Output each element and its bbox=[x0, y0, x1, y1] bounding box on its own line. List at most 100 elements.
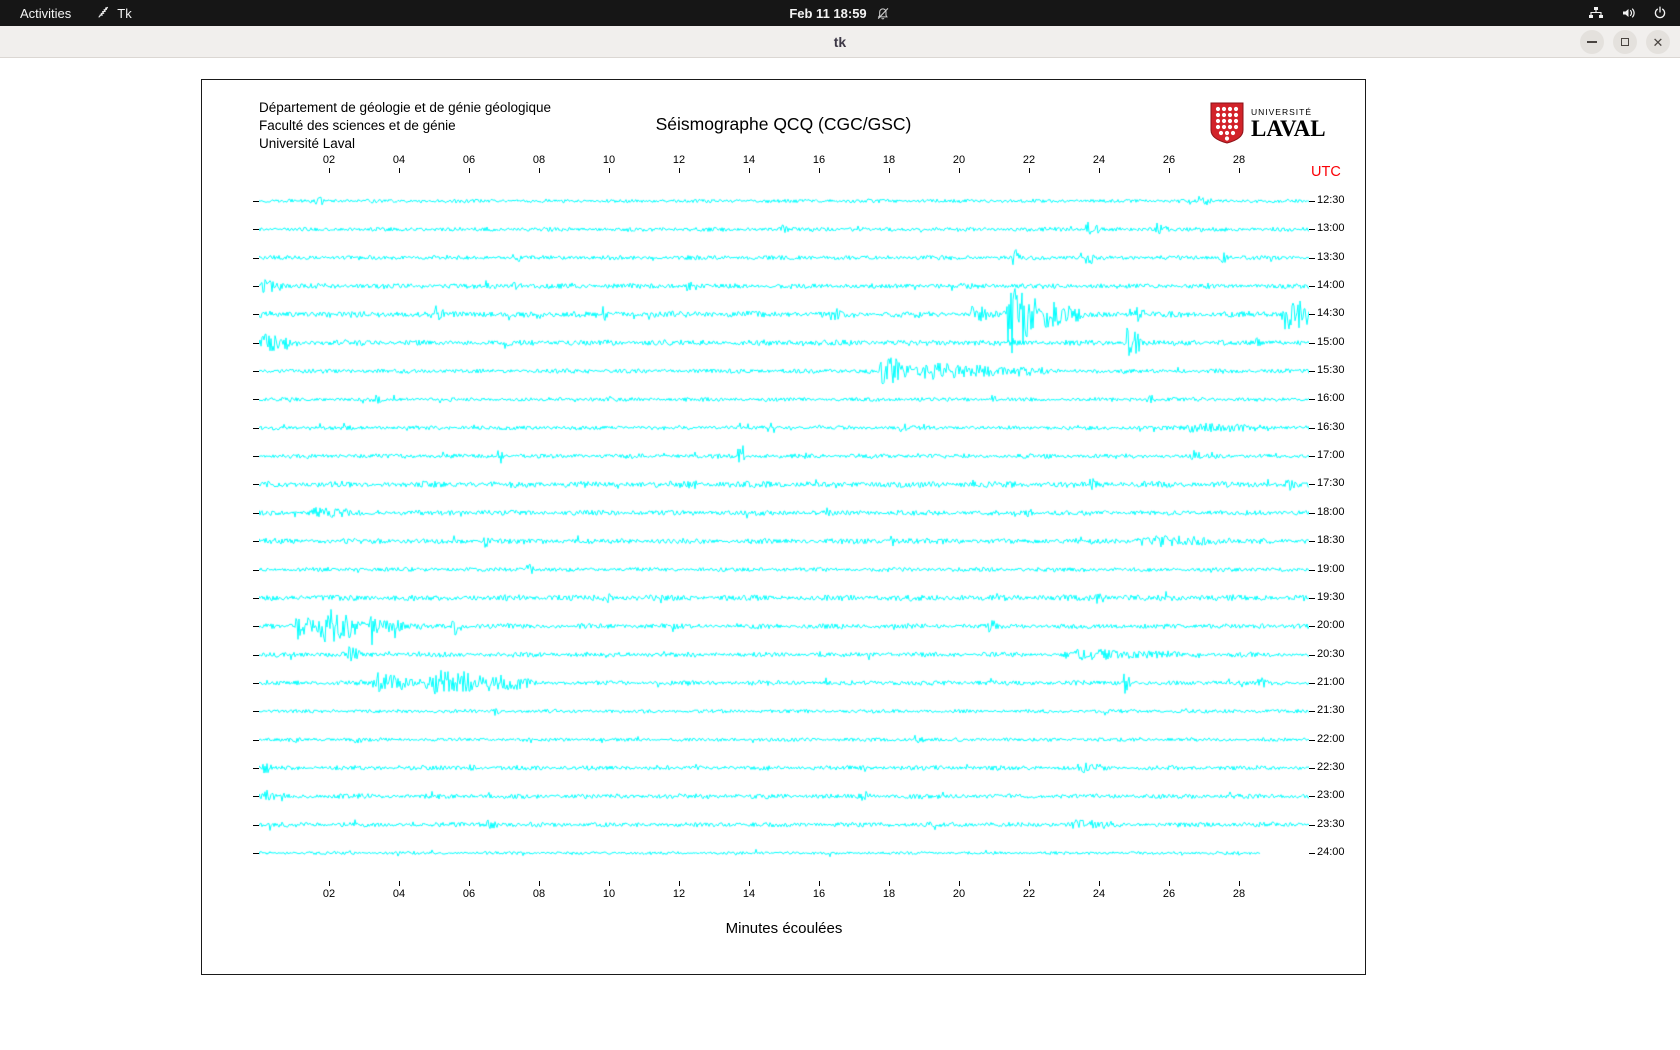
seismograph-frame: Département de géologie et de génie géol… bbox=[201, 79, 1366, 975]
clock-menu[interactable]: Feb 11 18:59 bbox=[789, 5, 890, 21]
x-tick-top bbox=[889, 168, 890, 173]
trace-tick-right bbox=[1309, 201, 1315, 202]
trace-tick-left bbox=[253, 570, 259, 571]
trace-tick-right bbox=[1309, 541, 1315, 542]
logo-text-big: LAVAL bbox=[1251, 117, 1326, 140]
trace-tick-left bbox=[253, 626, 259, 627]
trace-time-label: 17:30 bbox=[1317, 477, 1345, 489]
trace-tick-left bbox=[253, 428, 259, 429]
trace-tick-right bbox=[1309, 626, 1315, 627]
trace-tick-right bbox=[1309, 570, 1315, 571]
x-tick-label-bottom: 06 bbox=[463, 888, 475, 900]
laval-shield-icon bbox=[1210, 102, 1244, 144]
trace-time-label: 13:00 bbox=[1317, 222, 1345, 234]
x-tick-label-top: 28 bbox=[1233, 154, 1245, 166]
trace-tick-left bbox=[253, 768, 259, 769]
trace-tick-left bbox=[253, 286, 259, 287]
x-tick-label-bottom: 22 bbox=[1023, 888, 1035, 900]
x-tick-bottom bbox=[679, 881, 680, 886]
x-tick-label-bottom: 26 bbox=[1163, 888, 1175, 900]
trace-tick-right bbox=[1309, 456, 1315, 457]
window-titlebar[interactable]: tk ✕ bbox=[0, 26, 1680, 58]
trace-time-label: 15:00 bbox=[1317, 336, 1345, 348]
x-tick-bottom bbox=[1239, 881, 1240, 886]
trace-tick-right bbox=[1309, 796, 1315, 797]
x-tick-label-bottom: 08 bbox=[533, 888, 545, 900]
system-status-area[interactable] bbox=[1588, 5, 1668, 21]
x-tick-top bbox=[1029, 168, 1030, 173]
x-tick-top bbox=[1169, 168, 1170, 173]
trace-time-label: 18:00 bbox=[1317, 506, 1345, 518]
trace-tick-left bbox=[253, 229, 259, 230]
power-icon bbox=[1652, 5, 1668, 21]
activities-button[interactable]: Activities bbox=[14, 4, 77, 23]
x-tick-label-bottom: 14 bbox=[743, 888, 755, 900]
window-title: tk bbox=[0, 26, 1680, 58]
logo-text-small: UNIVERSITÉ bbox=[1251, 107, 1326, 117]
screen: Activities Tk Feb 11 18:59 bbox=[0, 0, 1680, 1050]
trace-time-label: 19:30 bbox=[1317, 591, 1345, 603]
x-tick-label-top: 02 bbox=[323, 154, 335, 166]
close-button[interactable]: ✕ bbox=[1646, 30, 1670, 54]
x-tick-top bbox=[609, 168, 610, 173]
x-tick-label-bottom: 28 bbox=[1233, 888, 1245, 900]
x-tick-top bbox=[679, 168, 680, 173]
volume-icon bbox=[1620, 5, 1636, 21]
trace-time-label: 19:00 bbox=[1317, 563, 1345, 575]
trace-time-label: 16:00 bbox=[1317, 392, 1345, 404]
x-tick-bottom bbox=[399, 881, 400, 886]
trace-tick-left bbox=[253, 825, 259, 826]
trace-tick-left bbox=[253, 456, 259, 457]
x-tick-label-top: 20 bbox=[953, 154, 965, 166]
trace-tick-right bbox=[1309, 740, 1315, 741]
trace-tick-right bbox=[1309, 343, 1315, 344]
trace-tick-left bbox=[253, 484, 259, 485]
window-content: Département de géologie et de génie géol… bbox=[0, 58, 1680, 1050]
trace-time-label: 24:00 bbox=[1317, 846, 1345, 858]
x-tick-label-top: 16 bbox=[813, 154, 825, 166]
helicorder-canvas bbox=[259, 173, 1309, 881]
app-menu-label: Tk bbox=[117, 6, 131, 21]
x-tick-label-bottom: 20 bbox=[953, 888, 965, 900]
x-tick-label-top: 04 bbox=[393, 154, 405, 166]
x-tick-label-bottom: 18 bbox=[883, 888, 895, 900]
minimize-button[interactable] bbox=[1580, 30, 1604, 54]
trace-tick-right bbox=[1309, 853, 1315, 854]
x-tick-label-bottom: 16 bbox=[813, 888, 825, 900]
trace-tick-right bbox=[1309, 258, 1315, 259]
restore-icon bbox=[1621, 38, 1629, 46]
trace-tick-left bbox=[253, 258, 259, 259]
trace-time-label: 23:30 bbox=[1317, 818, 1345, 830]
trace-time-label: 16:30 bbox=[1317, 421, 1345, 433]
trace-tick-right bbox=[1309, 825, 1315, 826]
x-tick-top bbox=[749, 168, 750, 173]
trace-time-label: 23:00 bbox=[1317, 789, 1345, 801]
x-tick-bottom bbox=[959, 881, 960, 886]
page-title: Séismographe QCQ (CGC/GSC) bbox=[202, 114, 1365, 135]
trace-tick-left bbox=[253, 541, 259, 542]
clock-label: Feb 11 18:59 bbox=[789, 6, 866, 21]
x-tick-label-top: 24 bbox=[1093, 154, 1105, 166]
restore-button[interactable] bbox=[1613, 30, 1637, 54]
x-axis-label: Minutes écoulées bbox=[259, 920, 1309, 937]
x-tick-label-top: 06 bbox=[463, 154, 475, 166]
trace-tick-left bbox=[253, 201, 259, 202]
trace-tick-right bbox=[1309, 683, 1315, 684]
trace-tick-left bbox=[253, 598, 259, 599]
universite-laval-logo: UNIVERSITÉ LAVAL bbox=[1210, 102, 1326, 144]
x-tick-bottom bbox=[329, 881, 330, 886]
app-menu[interactable]: Tk bbox=[95, 5, 131, 21]
minimize-icon bbox=[1587, 41, 1597, 43]
trace-time-label: 21:00 bbox=[1317, 676, 1345, 688]
trace-tick-right bbox=[1309, 371, 1315, 372]
plot-area bbox=[259, 173, 1309, 881]
trace-tick-left bbox=[253, 711, 259, 712]
x-tick-label-top: 26 bbox=[1163, 154, 1175, 166]
trace-tick-right bbox=[1309, 314, 1315, 315]
trace-time-label: 17:00 bbox=[1317, 449, 1345, 461]
x-tick-label-bottom: 10 bbox=[603, 888, 615, 900]
trace-tick-left bbox=[253, 343, 259, 344]
trace-tick-left bbox=[253, 371, 259, 372]
trace-tick-right bbox=[1309, 229, 1315, 230]
trace-time-label: 20:00 bbox=[1317, 619, 1345, 631]
